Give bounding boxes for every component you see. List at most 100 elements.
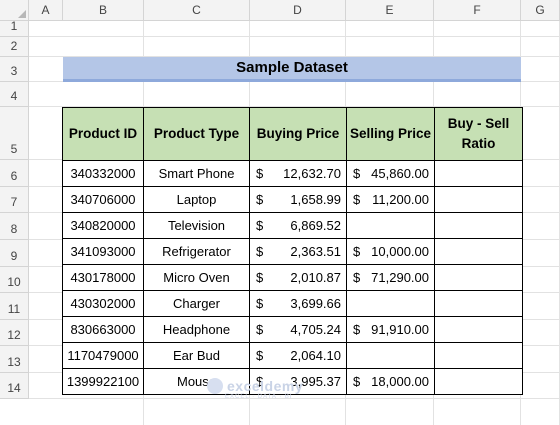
gridline-horizontal bbox=[29, 36, 560, 37]
cell-product-type[interactable]: Smart Phone bbox=[143, 160, 250, 187]
price-value: 45,860.00 bbox=[371, 166, 429, 181]
cell-product-id[interactable]: 830663000 bbox=[62, 316, 144, 343]
cell-product-id[interactable]: 340820000 bbox=[62, 212, 144, 239]
cell-product-type[interactable]: Mouse bbox=[143, 368, 250, 395]
cell-buy-sell-ratio[interactable] bbox=[434, 290, 523, 317]
currency-symbol: $ bbox=[256, 296, 264, 311]
cell-selling-price[interactable]: $91,910.00 bbox=[346, 316, 435, 343]
cell-selling-price[interactable] bbox=[346, 212, 435, 239]
cell-product-type[interactable]: Ear Bud bbox=[143, 342, 250, 369]
table-row: 430302000 Charger $3,699.66 bbox=[62, 290, 523, 317]
cell-selling-price[interactable]: $45,860.00 bbox=[346, 160, 435, 187]
row-header-7[interactable]: 7 bbox=[0, 187, 29, 213]
currency-symbol: $ bbox=[256, 218, 264, 233]
cell-product-type[interactable]: Refrigerator bbox=[143, 238, 250, 265]
price-value: 12,632.70 bbox=[283, 166, 341, 181]
cell-selling-price[interactable] bbox=[346, 290, 435, 317]
row-header-10[interactable]: 10 bbox=[0, 267, 29, 293]
cell-product-type[interactable]: Television bbox=[143, 212, 250, 239]
currency-symbol: $ bbox=[353, 192, 361, 207]
cell-product-type[interactable]: Laptop bbox=[143, 186, 250, 213]
currency-symbol: $ bbox=[353, 166, 361, 181]
cell-buy-sell-ratio[interactable] bbox=[434, 342, 523, 369]
cell-buying-price[interactable]: $1,658.99 bbox=[249, 186, 347, 213]
cell-buying-price[interactable]: $3,699.66 bbox=[249, 290, 347, 317]
dataset-title[interactable]: Sample Dataset bbox=[63, 57, 521, 82]
cell-product-id[interactable]: 341093000 bbox=[62, 238, 144, 265]
cell-product-id[interactable]: 1399922100 bbox=[62, 368, 144, 395]
column-header-f[interactable]: F bbox=[434, 0, 521, 21]
cell-product-id[interactable]: 430302000 bbox=[62, 290, 144, 317]
row-header-5[interactable]: 5 bbox=[0, 107, 29, 160]
row-header-14[interactable]: 14 bbox=[0, 373, 29, 399]
header-product-id[interactable]: Product ID bbox=[62, 107, 144, 161]
cell-buy-sell-ratio[interactable] bbox=[434, 316, 523, 343]
cell-product-id[interactable]: 1170479000 bbox=[62, 342, 144, 369]
cell-buy-sell-ratio[interactable] bbox=[434, 160, 523, 187]
table-row: 1170479000 Ear Bud $2,064.10 bbox=[62, 342, 523, 369]
column-header-d[interactable]: D bbox=[250, 0, 346, 21]
currency-symbol: $ bbox=[256, 166, 264, 181]
row-header-8[interactable]: 8 bbox=[0, 213, 29, 240]
currency-symbol: $ bbox=[353, 244, 361, 259]
currency-symbol: $ bbox=[256, 348, 264, 363]
currency-symbol: $ bbox=[256, 192, 264, 207]
cell-buy-sell-ratio[interactable] bbox=[434, 264, 523, 291]
cell-buying-price[interactable]: $12,632.70 bbox=[249, 160, 347, 187]
row-header-3[interactable]: 3 bbox=[0, 57, 29, 82]
cell-selling-price[interactable]: $11,200.00 bbox=[346, 186, 435, 213]
cell-buying-price[interactable]: $4,705.24 bbox=[249, 316, 347, 343]
cell-product-id[interactable]: 430178000 bbox=[62, 264, 144, 291]
cell-product-id[interactable]: 340706000 bbox=[62, 186, 144, 213]
column-header-g[interactable]: G bbox=[521, 0, 560, 21]
table-row: 830663000 Headphone $4,705.24 $91,910.00 bbox=[62, 316, 523, 343]
price-value: 6,869.52 bbox=[290, 218, 341, 233]
cell-buy-sell-ratio[interactable] bbox=[434, 212, 523, 239]
currency-symbol: $ bbox=[256, 244, 264, 259]
header-buying-price[interactable]: Buying Price bbox=[249, 107, 347, 161]
table-row: 340332000 Smart Phone $12,632.70 $45,860.00 bbox=[62, 160, 523, 187]
price-value: 10,000.00 bbox=[371, 244, 429, 259]
cell-product-id[interactable]: 340332000 bbox=[62, 160, 144, 187]
cell-buy-sell-ratio[interactable] bbox=[434, 186, 523, 213]
currency-symbol: $ bbox=[256, 270, 264, 285]
row-header-11[interactable]: 11 bbox=[0, 293, 29, 320]
price-value: 2,010.87 bbox=[290, 270, 341, 285]
row-header-1[interactable]: 1 bbox=[0, 19, 29, 37]
cell-buying-price[interactable]: $3,995.37 bbox=[249, 368, 347, 395]
column-header-c[interactable]: C bbox=[144, 0, 250, 21]
cell-product-type[interactable]: Micro Oven bbox=[143, 264, 250, 291]
header-product-type[interactable]: Product Type bbox=[143, 107, 250, 161]
column-header-a[interactable]: A bbox=[29, 0, 63, 21]
row-header-12[interactable]: 12 bbox=[0, 320, 29, 346]
cell-selling-price[interactable]: $71,290.00 bbox=[346, 264, 435, 291]
select-all-triangle-icon bbox=[18, 10, 26, 18]
currency-symbol: $ bbox=[353, 374, 361, 389]
select-all-corner[interactable] bbox=[0, 0, 29, 21]
cell-product-type[interactable]: Charger bbox=[143, 290, 250, 317]
currency-symbol: $ bbox=[256, 322, 264, 337]
cell-buying-price[interactable]: $6,869.52 bbox=[249, 212, 347, 239]
row-header-4[interactable]: 4 bbox=[0, 82, 29, 107]
cell-buy-sell-ratio[interactable] bbox=[434, 368, 523, 395]
row-header-2[interactable]: 2 bbox=[0, 37, 29, 57]
cell-product-type[interactable]: Headphone bbox=[143, 316, 250, 343]
cell-buying-price[interactable]: $2,064.10 bbox=[249, 342, 347, 369]
row-header-9[interactable]: 9 bbox=[0, 240, 29, 267]
price-value: 91,910.00 bbox=[371, 322, 429, 337]
cell-buy-sell-ratio[interactable] bbox=[434, 238, 523, 265]
cell-buying-price[interactable]: $2,010.87 bbox=[249, 264, 347, 291]
header-buy-sell-ratio[interactable]: Buy - Sell Ratio bbox=[434, 107, 523, 161]
column-header-b[interactable]: B bbox=[63, 0, 144, 21]
cell-selling-price[interactable] bbox=[346, 342, 435, 369]
price-value: 2,064.10 bbox=[290, 348, 341, 363]
price-value: 11,200.00 bbox=[372, 192, 429, 207]
cell-buying-price[interactable]: $2,363.51 bbox=[249, 238, 347, 265]
row-header-6[interactable]: 6 bbox=[0, 160, 29, 187]
column-header-e[interactable]: E bbox=[346, 0, 434, 21]
header-selling-price[interactable]: Selling Price bbox=[346, 107, 435, 161]
row-header-13[interactable]: 13 bbox=[0, 346, 29, 373]
price-value: 18,000.00 bbox=[371, 374, 429, 389]
cell-selling-price[interactable]: $10,000.00 bbox=[346, 238, 435, 265]
cell-selling-price[interactable]: $18,000.00 bbox=[346, 368, 435, 395]
